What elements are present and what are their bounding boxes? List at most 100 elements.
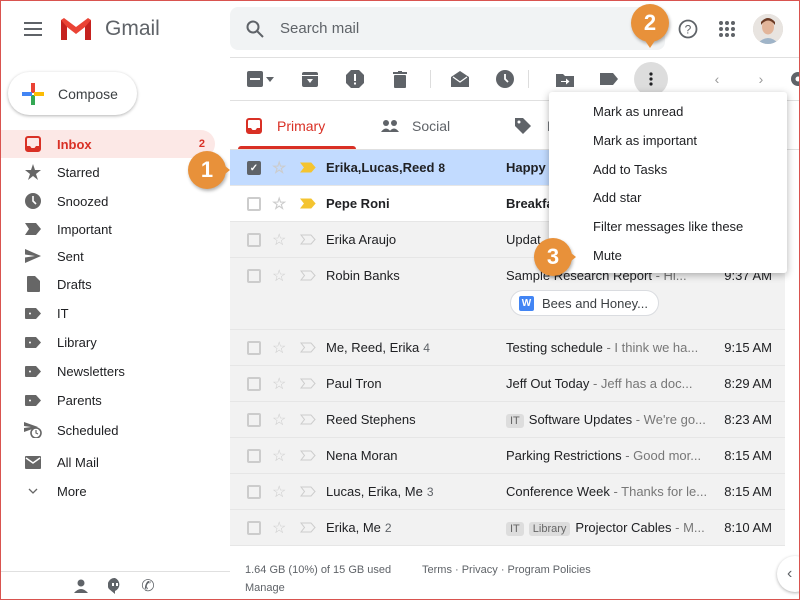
- email-row[interactable]: ☆ Paul Tron Jeff Out Today - Jeff has a …: [230, 366, 785, 402]
- important-marker-icon[interactable]: [300, 522, 316, 533]
- menu-item-mute[interactable]: Mute: [593, 248, 622, 263]
- star-icon[interactable]: ☆: [272, 518, 286, 538]
- delete-icon[interactable]: [389, 68, 411, 90]
- phone-icon[interactable]: ✆: [139, 577, 157, 595]
- newer-chevron-icon[interactable]: ‹: [706, 68, 728, 90]
- menu-item-add-star[interactable]: Add star: [593, 190, 641, 205]
- menu-item-mark-important[interactable]: Mark as important: [593, 133, 697, 148]
- avatar[interactable]: [753, 14, 783, 44]
- row-checkbox[interactable]: [247, 197, 261, 211]
- important-marker-icon[interactable]: [300, 450, 316, 461]
- search-input[interactable]: [280, 7, 640, 50]
- label-icon[interactable]: [598, 68, 620, 90]
- mark-read-icon[interactable]: [449, 68, 471, 90]
- sidebar-item-it[interactable]: IT: [0, 299, 215, 327]
- more-options-button[interactable]: [634, 62, 668, 96]
- important-marker-icon[interactable]: [300, 234, 316, 245]
- subject: Breakfa: [506, 196, 554, 211]
- label-chip[interactable]: IT: [506, 414, 524, 428]
- email-row[interactable]: ☆ Nena Moran Parking Restrictions - Good…: [230, 438, 785, 474]
- star-icon[interactable]: ☆: [272, 158, 286, 178]
- row-checkbox[interactable]: [247, 449, 261, 463]
- sidebar-item-drafts[interactable]: Drafts: [0, 270, 215, 298]
- menu-icon[interactable]: [22, 18, 44, 40]
- important-marker-icon[interactable]: [300, 270, 316, 281]
- subject: Parking Restrictions: [506, 448, 622, 463]
- sidebar-item-more[interactable]: More: [0, 477, 215, 505]
- footer-links[interactable]: Terms · Privacy · Program Policies: [422, 564, 591, 576]
- sender: Reed Stephens: [326, 412, 416, 427]
- older-chevron-icon[interactable]: ›: [750, 68, 772, 90]
- star-icon[interactable]: ☆: [272, 374, 286, 394]
- sidebar-item-snoozed[interactable]: Snoozed: [0, 187, 215, 215]
- settings-gear-icon[interactable]: [789, 68, 800, 90]
- email-row[interactable]: ☆ Me, Reed, Erika 4 Testing schedule - I …: [230, 330, 785, 366]
- sidebar-item-library[interactable]: Library: [0, 328, 215, 356]
- sidebar-item-scheduled[interactable]: Scheduled: [0, 416, 215, 444]
- select-dropdown-icon[interactable]: [263, 68, 277, 90]
- row-checkbox[interactable]: [247, 269, 261, 283]
- sidebar-item-sent[interactable]: Sent: [0, 242, 215, 270]
- apps-grid-icon[interactable]: [716, 18, 738, 40]
- sidebar-item-label: Parents: [57, 392, 102, 408]
- star-icon[interactable]: ☆: [272, 230, 286, 250]
- email-row[interactable]: ☆ Lucas, Erika, Me 3 Conference Week - Th…: [230, 474, 785, 510]
- label-chip[interactable]: Library: [528, 522, 571, 536]
- star-icon[interactable]: ☆: [272, 446, 286, 466]
- contacts-icon[interactable]: [72, 577, 90, 595]
- important-marker-icon[interactable]: [300, 414, 316, 425]
- star-icon[interactable]: ☆: [272, 194, 286, 214]
- label-chip[interactable]: IT: [506, 522, 524, 536]
- compose-button[interactable]: Compose: [8, 72, 137, 115]
- important-marker-icon[interactable]: [300, 342, 316, 353]
- report-spam-icon[interactable]: [344, 68, 366, 90]
- search-bar[interactable]: [230, 7, 665, 50]
- hangouts-icon[interactable]: [106, 577, 124, 595]
- gmail-logo[interactable]: [59, 16, 93, 45]
- archive-icon[interactable]: [299, 68, 321, 90]
- sidebar-item-parents[interactable]: Parents: [0, 386, 215, 414]
- menu-item-add-to-tasks[interactable]: Add to Tasks: [593, 162, 667, 177]
- manage-storage-link[interactable]: Manage: [245, 582, 285, 594]
- row-checkbox[interactable]: [247, 521, 261, 535]
- snooze-icon[interactable]: [494, 68, 516, 90]
- menu-item-mark-unread[interactable]: Mark as unread: [593, 104, 683, 119]
- tab-social[interactable]: Social: [370, 103, 500, 149]
- tab-primary[interactable]: Primary: [230, 103, 356, 149]
- side-panel-toggle[interactable]: ‹: [777, 556, 800, 592]
- sidebar-item-important[interactable]: Important: [0, 215, 215, 243]
- star-icon[interactable]: ☆: [272, 338, 286, 358]
- sidebar-item-label: Library: [57, 334, 97, 350]
- important-marker-icon[interactable]: [300, 378, 316, 389]
- help-icon[interactable]: ?: [677, 18, 699, 40]
- sidebar-item-starred[interactable]: Starred: [0, 158, 215, 186]
- email-row[interactable]: ☆ Erika, Me 2 IT Library Projector Cables -…: [230, 510, 785, 546]
- menu-item-filter-messages[interactable]: Filter messages like these: [593, 219, 743, 234]
- tab-promotions[interactable]: P: [505, 103, 549, 149]
- sender: Erika, Me: [326, 520, 381, 535]
- move-to-icon[interactable]: [554, 68, 576, 90]
- email-row[interactable]: ☆ Reed Stephens IT Software Updates - We'…: [230, 402, 785, 438]
- attachment-chip[interactable]: W Bees and Honey...: [510, 290, 659, 316]
- snippet: - Thanks for le...: [609, 484, 708, 499]
- star-icon[interactable]: ☆: [272, 482, 286, 502]
- row-checkbox[interactable]: [247, 341, 261, 355]
- people-icon: [381, 120, 399, 132]
- important-marker-icon[interactable]: [300, 198, 316, 209]
- callout-step-2: 2: [631, 4, 669, 48]
- star-icon[interactable]: ☆: [272, 410, 286, 430]
- row-checkbox[interactable]: [247, 377, 261, 391]
- sidebar-item-newsletters[interactable]: Newsletters: [0, 357, 215, 385]
- important-marker-icon[interactable]: [300, 162, 316, 173]
- row-checkbox[interactable]: [247, 413, 261, 427]
- sidebar-item-inbox[interactable]: Inbox 2: [0, 130, 215, 158]
- row-checkbox[interactable]: [247, 485, 261, 499]
- more-options-menu: Mark as unread Mark as important Add to …: [549, 92, 787, 273]
- row-checkbox[interactable]: [247, 233, 261, 247]
- search-icon[interactable]: [244, 18, 266, 40]
- star-icon[interactable]: ☆: [272, 266, 286, 286]
- snippet: - We're go...: [632, 412, 706, 427]
- important-marker-icon[interactable]: [300, 486, 316, 497]
- row-checkbox[interactable]: ✓: [247, 161, 261, 175]
- sidebar-item-all-mail[interactable]: All Mail: [0, 448, 215, 476]
